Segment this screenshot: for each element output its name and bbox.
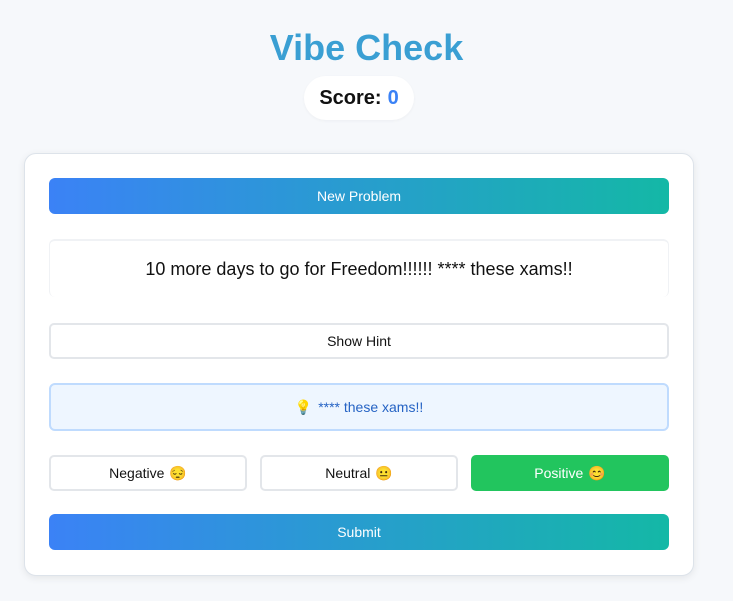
submit-button[interactable]: Submit	[49, 514, 669, 550]
new-problem-button[interactable]: New Problem	[49, 178, 669, 214]
lightbulb-icon: 💡	[294, 398, 313, 415]
choice-label: Neutral	[325, 465, 371, 481]
choice-label: Positive	[534, 465, 584, 481]
hint-box: 💡 **** these xams!!	[49, 383, 669, 431]
choice-positive-button[interactable]: Positive 😊	[471, 455, 669, 491]
choice-negative-button[interactable]: Negative 😔	[49, 455, 247, 491]
smiling-face-icon: 😊	[588, 464, 606, 481]
neutral-face-icon: 😐	[375, 464, 393, 481]
choice-label: Negative	[109, 465, 165, 481]
page-title: Vibe Check	[269, 27, 464, 68]
score-label: Score:	[319, 86, 382, 109]
hint-text: **** these xams!!	[318, 399, 424, 415]
choice-neutral-button[interactable]: Neutral 😐	[260, 455, 458, 491]
show-hint-button[interactable]: Show Hint	[49, 323, 669, 359]
sad-face-icon: 😔	[169, 464, 187, 481]
problem-card: New Problem 10 more days to go for Freed…	[24, 153, 694, 576]
score-badge: Score: 0	[304, 76, 414, 120]
problem-text: 10 more days to go for Freedom!!!!!! ***…	[49, 239, 669, 297]
score-value: 0	[387, 86, 399, 109]
